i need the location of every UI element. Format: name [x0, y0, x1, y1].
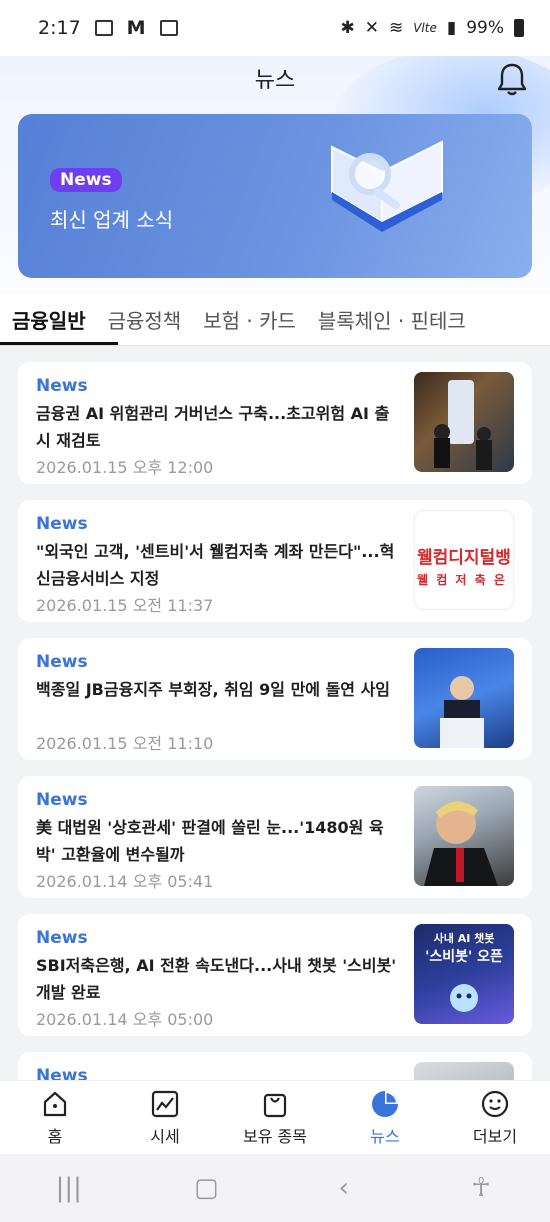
news-headline: SBI저축은행, AI 전환 속도낸다...사내 챗봇 '스비봇' 개발 완료 [36, 956, 397, 1002]
news-date: 2026.01.15 오전 11:37 [36, 596, 214, 615]
nav-news[interactable]: 뉴스 [335, 1089, 435, 1147]
news-thumbnail [414, 1062, 514, 1080]
signal-icon: ▮ [446, 18, 457, 38]
home-icon [43, 1091, 67, 1116]
nav-market-label: 시세 [150, 1126, 180, 1146]
news-card[interactable]: News 美 대법원 '상호관세' 판결에 쏠린 눈...'1480원 육박' … [18, 776, 532, 898]
news-card[interactable]: News SBI저축은행, AI 전환 속도낸다...사내 챗봇 '스비봇' 개… [18, 914, 532, 1036]
category-tabs: 금융일반 금융정책 보험 · 카드 블록체인 · 핀테크 [0, 294, 550, 346]
tab-finance-policy[interactable]: 금융정책 [108, 305, 182, 334]
battery-percent: 99% [466, 18, 504, 38]
news-list: News 금융권 AI 위험관리 거버넌스 구축...초고위험 AI 출시 재검… [0, 346, 550, 1080]
news-thumbnail: 사내 AI 챗봇 '스비봇' 오픈 [414, 924, 514, 1024]
bottom-nav: 홈 시세 보유 종목 뉴스 더보기 [0, 1080, 550, 1154]
news-thumbnail [414, 786, 514, 886]
nav-market[interactable]: 시세 [115, 1089, 215, 1147]
news-headline: "외국인 고객, '센트비'서 웰컴저축 계좌 만든다"...혁신금융서비스 지… [36, 542, 395, 588]
status-right: ✱ ✕ ≋ Vlte ▮ 99% [340, 18, 524, 38]
news-headline: 백종일 JB금융지주 부회장, 취임 9일 만에 돌연 사임 [36, 680, 391, 699]
status-left: 2:17 M [38, 17, 178, 39]
banner-badge: News [50, 168, 122, 192]
news-category: News [36, 376, 88, 396]
bluetooth-icon: ✱ [340, 18, 355, 38]
status-time: 2:17 [38, 17, 81, 39]
battery-icon [514, 19, 524, 37]
tab-blockchain-fintech[interactable]: 블록체인 · 핀테크 [318, 305, 466, 334]
news-category: News [36, 1066, 88, 1080]
mute-icon: ✕ [364, 18, 379, 38]
news-headline: 금융권 AI 위험관리 거버넌스 구축...초고위험 AI 출시 재검토 [36, 404, 390, 450]
banner-subtitle: 최신 업계 소식 [50, 208, 174, 232]
news-date: 2026.01.14 오후 05:00 [36, 1010, 214, 1029]
home-button-icon[interactable]: ▢ [186, 1173, 226, 1203]
accessibility-icon[interactable]: ☥ [461, 1173, 501, 1203]
thumbnail-text-bottom: 웰 컴 저 축 은 [417, 573, 507, 587]
network-type: Vlte [413, 21, 437, 35]
tab-insurance-card[interactable]: 보험 · 카드 [203, 305, 296, 334]
news-date: 2026.01.15 오전 11:10 [36, 734, 214, 753]
page-title: 뉴스 [254, 68, 296, 93]
bell-icon[interactable] [496, 62, 528, 98]
nav-holdings-label: 보유 종목 [243, 1126, 307, 1146]
thumbnail-text-top: 웰컴디지털뱅 [417, 548, 511, 568]
status-bar: 2:17 M ✱ ✕ ≋ Vlte ▮ 99% [0, 0, 550, 56]
gmail-icon: M [126, 17, 146, 39]
nav-news-label: 뉴스 [370, 1126, 400, 1146]
news-category: News [36, 652, 88, 672]
news-date: 2026.01.14 오후 05:41 [36, 872, 214, 891]
nav-more-label: 더보기 [472, 1126, 518, 1146]
book-illustration-icon [331, 140, 443, 232]
nav-home[interactable]: 홈 [5, 1089, 105, 1147]
news-card[interactable]: News [18, 1052, 532, 1080]
news-headline: 美 대법원 '상호관세' 판결에 쏠린 눈...'1480원 육박' 고환율에 … [36, 818, 384, 864]
bag-icon [263, 1093, 287, 1117]
news-category: News [36, 790, 88, 810]
recent-apps-icon[interactable]: ||| [49, 1173, 89, 1203]
active-tab-indicator [0, 342, 118, 345]
news-thumbnail [414, 372, 514, 472]
gallery-icon [94, 20, 113, 36]
news-category: News [36, 514, 88, 534]
nav-more[interactable]: 더보기 [445, 1089, 545, 1147]
pie-icon [372, 1090, 398, 1117]
news-thumbnail [414, 648, 514, 748]
news-card[interactable]: News 금융권 AI 위험관리 거버넌스 구축...초고위험 AI 출시 재검… [18, 362, 532, 484]
nav-holdings[interactable]: 보유 종목 [225, 1089, 325, 1147]
back-icon[interactable]: ‹ [324, 1173, 364, 1203]
news-banner[interactable]: News 최신 업계 소식 [18, 114, 532, 278]
tab-finance-general[interactable]: 금융일반 [12, 305, 86, 334]
news-card[interactable]: News 백종일 JB금융지주 부회장, 취임 9일 만에 돌연 사임 2026… [18, 638, 532, 760]
voicemail-icon [159, 20, 178, 36]
wifi-icon: ≋ [388, 18, 404, 38]
news-card[interactable]: News "외국인 고객, '센트비'서 웰컴저축 계좌 만든다"...혁신금융… [18, 500, 532, 622]
system-nav-bar: ||| ▢ ‹ ☥ [0, 1154, 550, 1222]
news-category: News [36, 928, 88, 948]
chart-icon [151, 1090, 179, 1117]
smile-icon [481, 1090, 509, 1117]
nav-home-label: 홈 [47, 1126, 63, 1146]
news-date: 2026.01.15 오후 12:00 [36, 458, 214, 477]
news-thumbnail: 웰컴디지털뱅 웰 컴 저 축 은 [414, 510, 514, 610]
